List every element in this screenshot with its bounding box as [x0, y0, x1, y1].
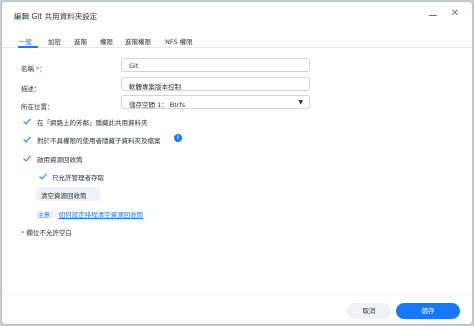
- empty-recycle-bin-button[interactable]: 清空資源回收筒: [36, 187, 100, 201]
- admin-only-checkbox[interactable]: [39, 172, 47, 180]
- recycle-bin-label: 啟用資源回收筒: [37, 156, 83, 164]
- name-field[interactable]: Git: [121, 58, 310, 72]
- active-tab-indicator: [18, 46, 38, 48]
- minimize-icon[interactable]: [427, 9, 439, 21]
- schedule-note: 注意： 如何設定排程清空資源回收筒: [37, 209, 143, 219]
- tab-bar: 一般 加密 進階 權限 進階權限 NFS 權限: [2, 32, 472, 48]
- name-label: 名稱 *：: [21, 65, 46, 73]
- location-value: 儲存空間 1： Btrfs: [129, 101, 186, 109]
- location-select[interactable]: 儲存空間 1： Btrfs ▼: [121, 95, 310, 109]
- schedule-empty-link[interactable]: 如何設定排程清空資源回收筒: [59, 211, 144, 219]
- description-value: 軟體專案版本控制: [129, 83, 181, 91]
- hide-network-checkbox[interactable]: [23, 117, 31, 125]
- dialog-footer: 取消 儲存: [2, 294, 472, 324]
- description-label: 描述：: [21, 85, 41, 93]
- dialog-titlebar: 編輯 Git 共用資料夾設定 ✕: [2, 2, 472, 29]
- tab-permissions[interactable]: 權限: [100, 36, 113, 46]
- hide-no-permission-checkbox[interactable]: [23, 135, 31, 143]
- shared-folder-dialog: 編輯 Git 共用資料夾設定 ✕ 一般 加密 進階 權限 進階權限 NFS 權限…: [1, 1, 473, 325]
- cancel-button[interactable]: 取消: [347, 303, 391, 319]
- dialog-title: 編輯 Git 共用資料夾設定: [14, 12, 98, 21]
- recycle-bin-checkbox[interactable]: [23, 154, 31, 162]
- hide-no-permission-label: 對於不具權限的使用者隱藏子資料夾及檔案: [37, 137, 161, 145]
- tab-encryption[interactable]: 加密: [48, 36, 61, 46]
- chevron-down-icon: ▼: [298, 99, 303, 106]
- close-icon[interactable]: ✕: [449, 8, 461, 20]
- info-icon[interactable]: i: [174, 134, 182, 142]
- tab-general[interactable]: 一般: [19, 36, 32, 46]
- required-footnote: * 欄位不允許空白: [21, 229, 72, 237]
- location-label: 所在位置：: [21, 103, 54, 111]
- name-value: Git: [129, 62, 139, 70]
- save-button[interactable]: 儲存: [396, 303, 460, 319]
- admin-only-label: 只允許管理者存取: [52, 174, 104, 182]
- hide-network-label: 在「網路上的芳鄰」隱藏此共用資料夾: [37, 119, 148, 127]
- tab-advanced-permissions[interactable]: 進階權限: [125, 36, 151, 46]
- tab-nfs-permissions[interactable]: NFS 權限: [165, 36, 193, 46]
- description-field[interactable]: 軟體專案版本控制: [121, 77, 310, 91]
- note-prefix: 注意：: [37, 211, 57, 219]
- tab-advanced[interactable]: 進階: [74, 36, 87, 46]
